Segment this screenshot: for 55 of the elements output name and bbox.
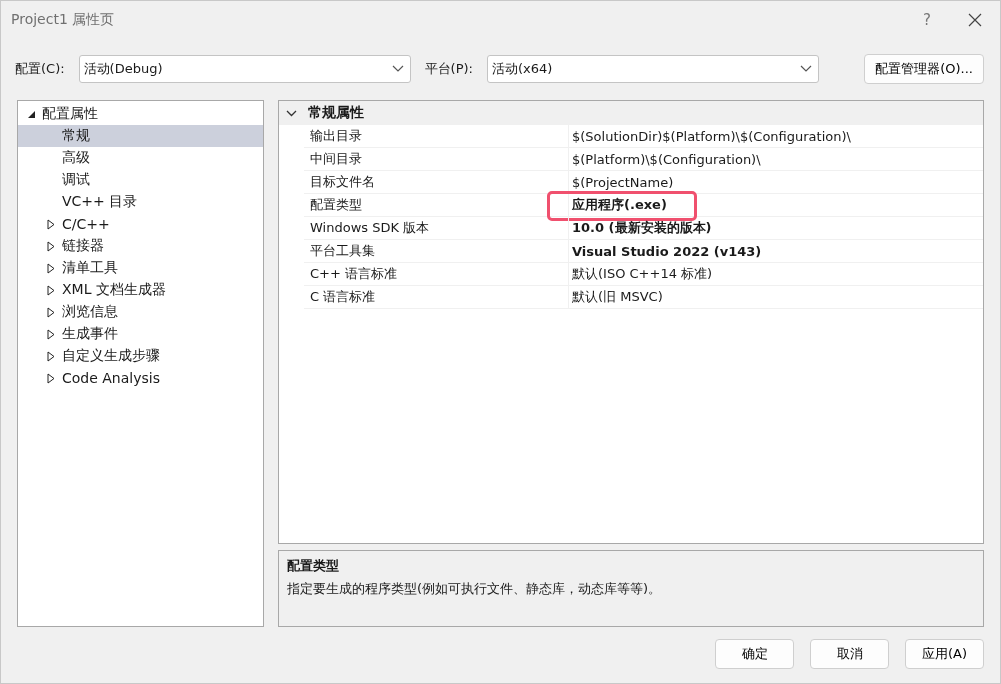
- property-value[interactable]: 10.0 (最新安装的版本): [569, 217, 712, 239]
- config-manager-button[interactable]: 配置管理器(O)...: [864, 54, 984, 84]
- property-name: 中间目录: [304, 148, 569, 170]
- collapsed-arrow-icon[interactable]: [47, 306, 55, 318]
- tree-item[interactable]: 浏览信息: [18, 301, 263, 323]
- property-value[interactable]: $(Platform)\$(Configuration)\: [569, 148, 761, 170]
- property-name: 输出目录: [304, 125, 569, 147]
- collapsed-arrow-icon[interactable]: [47, 262, 55, 274]
- dialog-button[interactable]: 应用(A): [905, 639, 984, 669]
- dialog-button[interactable]: 取消: [810, 639, 889, 669]
- property-value[interactable]: 默认(旧 MSVC): [569, 286, 663, 308]
- property-name: C 语言标准: [304, 286, 569, 308]
- config-dropdown[interactable]: 活动(Debug): [78, 55, 411, 83]
- tree-item[interactable]: 清单工具: [18, 257, 263, 279]
- property-name: Windows SDK 版本: [304, 217, 569, 239]
- tree-item[interactable]: 调试: [18, 169, 263, 191]
- tree-item[interactable]: 自定义生成步骤: [18, 345, 263, 367]
- collapsed-arrow-icon[interactable]: [47, 284, 55, 296]
- dialog-button[interactable]: 确定: [715, 639, 794, 669]
- collapsed-arrow-icon[interactable]: [47, 328, 55, 340]
- dropdown-caret-icon: [391, 65, 404, 73]
- tree-item[interactable]: VC++ 目录: [18, 191, 263, 213]
- expanded-arrow-icon[interactable]: [26, 109, 36, 119]
- chevron-down-icon[interactable]: [286, 109, 297, 117]
- dropdown-caret-icon: [800, 65, 812, 73]
- platform-label: 平台(P):: [424, 60, 473, 78]
- property-group-header[interactable]: 常规属性: [279, 101, 983, 125]
- description-text: 指定要生成的程序类型(例如可执行文件、静态库，动态库等等)。: [287, 579, 663, 598]
- tree-item[interactable]: 常规: [18, 125, 263, 147]
- collapsed-arrow-icon[interactable]: [47, 350, 55, 362]
- tree-item[interactable]: 高级: [18, 147, 263, 169]
- property-value[interactable]: 应用程序(.exe): [569, 194, 667, 216]
- property-name: 平台工具集: [304, 240, 569, 262]
- property-value[interactable]: Visual Studio 2022 (v143): [569, 240, 762, 262]
- window-title: Project1 属性页: [11, 11, 116, 29]
- tree-item[interactable]: XML 文档生成器: [18, 279, 263, 301]
- tree-item[interactable]: 链接器: [18, 235, 263, 257]
- description-title: 配置类型: [287, 556, 340, 575]
- collapsed-arrow-icon[interactable]: [47, 240, 55, 252]
- property-name: 目标文件名: [304, 171, 569, 193]
- tree-item[interactable]: 生成事件: [18, 323, 263, 345]
- property-value[interactable]: $(ProjectName): [569, 171, 674, 193]
- platform-dropdown[interactable]: 活动(x64): [487, 55, 819, 83]
- help-button[interactable]: ?: [904, 1, 950, 39]
- property-value[interactable]: $(SolutionDir)$(Platform)\$(Configuration)\: [569, 125, 851, 147]
- tree-item[interactable]: 配置属性: [18, 103, 263, 125]
- property-name: 配置类型: [304, 194, 569, 216]
- config-label: 配置(C):: [15, 60, 65, 78]
- tree-item[interactable]: C/C++: [18, 213, 263, 235]
- collapsed-arrow-icon[interactable]: [47, 372, 55, 384]
- close-icon[interactable]: [968, 13, 982, 27]
- property-name: C++ 语言标准: [304, 263, 569, 285]
- tree-item[interactable]: Code Analysis: [18, 367, 263, 389]
- property-value[interactable]: 默认(ISO C++14 标准): [569, 263, 713, 285]
- collapsed-arrow-icon[interactable]: [47, 218, 55, 230]
